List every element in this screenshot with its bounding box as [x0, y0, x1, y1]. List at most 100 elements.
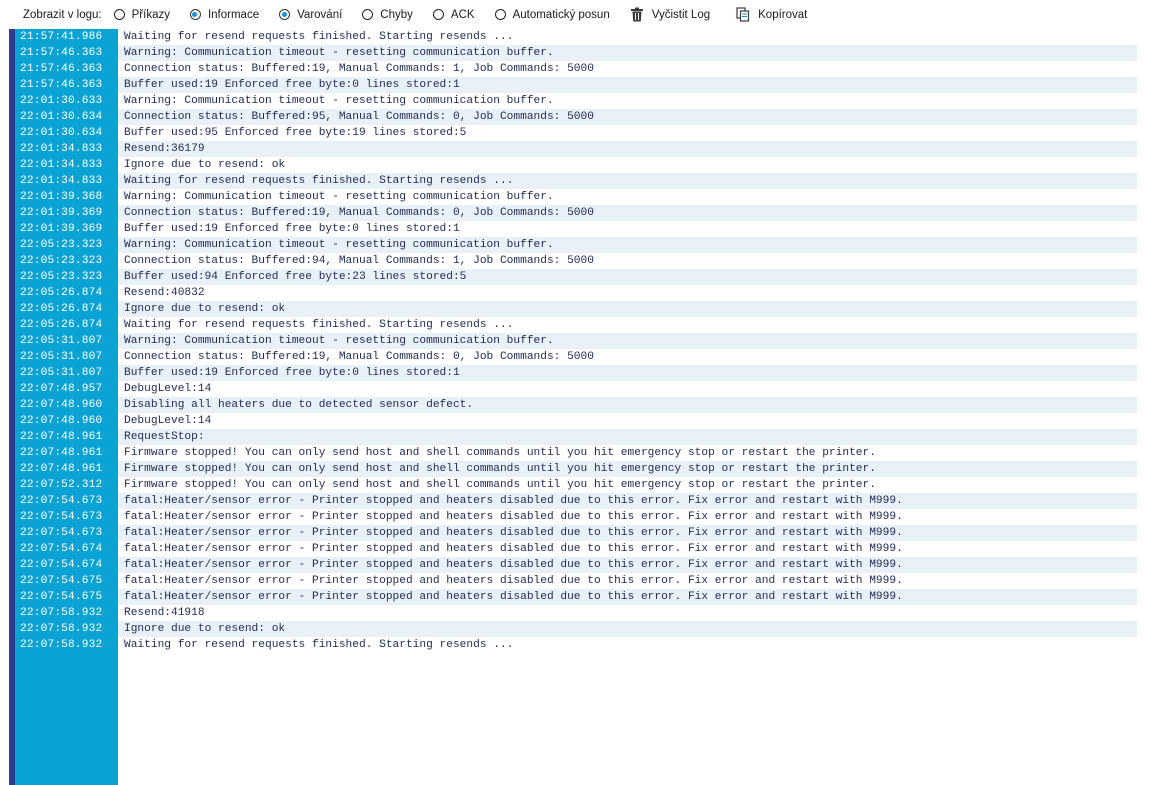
log-view[interactable]: 21:57:41.986 Waiting for resend requests …: [15, 29, 1146, 785]
log-message: Waiting for resend requests finished. St…: [118, 173, 1137, 189]
log-row[interactable]: 22:01:30.633 Warning: Communication timeo…: [15, 93, 1137, 109]
copy-label: Kopírovat: [758, 8, 808, 21]
log-row[interactable]: 22:07:58.932 Resend:41918: [15, 605, 1137, 621]
log-message: Buffer used:19 Enforced free byte:0 line…: [118, 365, 1137, 381]
log-row[interactable]: 22:07:54.675 fatal:Heater/sensor error - …: [15, 573, 1137, 589]
log-row[interactable]: 22:01:34.833 Waiting for resend requests …: [15, 173, 1137, 189]
log-message: Connection status: Buffered:19, Manual C…: [118, 205, 1137, 221]
log-row[interactable]: 22:05:31.807 Warning: Communication timeo…: [15, 333, 1137, 349]
log-row[interactable]: 22:05:23.323 Warning: Communication timeo…: [15, 237, 1137, 253]
log-row[interactable]: 22:07:52.312 Firmware stopped! You can on…: [15, 477, 1137, 493]
log-message: Firmware stopped! You can only send host…: [118, 461, 1137, 477]
log-timestamp: 22:01:34.833: [20, 159, 103, 171]
log-timestamp: 22:07:54.674: [20, 559, 103, 571]
log-row[interactable]: 22:07:58.932 Waiting for resend requests …: [15, 637, 1137, 653]
log-message: Warning: Communication timeout - resetti…: [124, 95, 554, 107]
filter-warnings-radio[interactable]: [279, 9, 291, 20]
log-timestamp: 22:07:54.675: [20, 575, 103, 587]
filter-commands-radio[interactable]: [113, 9, 125, 20]
log-row[interactable]: 22:01:34.833 Ignore due to resend: ok: [15, 157, 1137, 173]
log-row[interactable]: 22:07:48.960 DebugLevel:14: [15, 413, 1137, 429]
log-message: Firmware stopped! You can only send host…: [124, 447, 876, 459]
filter-errors[interactable]: Chyby: [362, 9, 413, 21]
log-row[interactable]: 22:07:54.673 fatal:Heater/sensor error - …: [15, 509, 1137, 525]
log-row[interactable]: 22:07:48.957 DebugLevel:14: [15, 381, 1137, 397]
filter-ack-radio[interactable]: [432, 9, 444, 20]
log-timestamp: 22:05:23.323: [20, 255, 103, 267]
log-row[interactable]: 21:57:46.363 Connection status: Buffered:…: [15, 61, 1137, 77]
log-row[interactable]: 22:01:34.833 Resend:36179: [15, 141, 1137, 157]
log-timestamp: 22:01:30.634: [20, 111, 103, 123]
log-timestamp: 22:01:39.369: [20, 207, 103, 219]
log-timestamp: 21:57:46.363: [20, 79, 103, 91]
log-row[interactable]: 22:07:54.674 fatal:Heater/sensor error - …: [15, 557, 1137, 573]
log-row[interactable]: 22:07:54.674 fatal:Heater/sensor error - …: [15, 541, 1137, 557]
log-message: fatal:Heater/sensor error - Printer stop…: [124, 511, 903, 523]
log-message: Warning: Communication timeout - resetti…: [118, 237, 1137, 253]
log-row[interactable]: 22:05:26.874 Resend:40832: [15, 285, 1137, 301]
log-row[interactable]: 22:07:48.961 Firmware stopped! You can on…: [15, 445, 1137, 461]
log-timestamp: 21:57:41.986: [20, 31, 103, 43]
log-row[interactable]: 22:05:23.323 Connection status: Buffered:…: [15, 253, 1137, 269]
log-timestamp: 22:07:54.675: [20, 591, 103, 603]
clear-log-button[interactable]: Vyčistit Log: [630, 7, 710, 22]
log-message: Resend:40832: [124, 287, 205, 299]
log-row[interactable]: 22:05:31.807 Connection status: Buffered:…: [15, 349, 1137, 365]
copy-button[interactable]: Kopírovat: [736, 7, 807, 22]
log-row[interactable]: 21:57:41.986 Waiting for resend requests …: [15, 29, 1137, 45]
filter-warnings-label: Varování: [297, 8, 343, 21]
filter-ack[interactable]: ACK: [432, 9, 475, 21]
log-row[interactable]: 22:05:26.874 Ignore due to resend: ok: [15, 301, 1137, 317]
log-row[interactable]: 22:01:39.369 Buffer used:19 Enforced free…: [15, 221, 1137, 237]
window-left-edge: [0, 0, 9, 785]
log-message: Resend:41918: [124, 607, 205, 619]
log-timestamp: 22:05:23.323: [20, 239, 103, 251]
filter-autoscroll[interactable]: Automatický posun: [494, 9, 610, 21]
log-row[interactable]: 22:07:54.675 fatal:Heater/sensor error - …: [15, 589, 1137, 605]
log-timestamp: 22:07:48.961: [20, 447, 103, 459]
log-timestamp: 22:05:23.323: [20, 271, 103, 283]
log-message: Buffer used:94 Enforced free byte:23 lin…: [118, 269, 1137, 285]
log-timestamp: 22:07:48.960: [20, 399, 103, 411]
log-timestamp: 22:01:34.833: [20, 143, 103, 155]
log-row[interactable]: 21:57:46.363 Buffer used:19 Enforced free…: [15, 77, 1137, 93]
log-message: Warning: Communication timeout - resetti…: [118, 333, 1137, 349]
log-row[interactable]: 22:01:30.634 Buffer used:95 Enforced free…: [15, 125, 1137, 141]
log-message: fatal:Heater/sensor error - Printer stop…: [118, 493, 1137, 509]
log-row[interactable]: 22:07:48.961 RequestStop:: [15, 429, 1137, 445]
filter-errors-radio[interactable]: [362, 9, 374, 20]
log-row[interactable]: 22:07:58.932 Ignore due to resend: ok: [15, 621, 1137, 637]
filter-errors-label: Chyby: [380, 8, 413, 21]
log-timestamp: 22:07:52.312: [20, 479, 103, 491]
filter-commands-label: Příkazy: [131, 8, 170, 21]
log-timestamp: 22:07:48.960: [20, 415, 103, 427]
log-row[interactable]: 22:01:39.369 Connection status: Buffered:…: [15, 205, 1137, 221]
log-message: Warning: Communication timeout - resetti…: [118, 45, 1137, 61]
log-row[interactable]: 22:05:26.874 Waiting for resend requests …: [15, 317, 1137, 333]
log-row[interactable]: 22:07:54.673 fatal:Heater/sensor error - …: [15, 525, 1137, 541]
filter-autoscroll-radio[interactable]: [494, 9, 506, 20]
log-row[interactable]: 21:57:46.363 Warning: Communication timeo…: [15, 45, 1137, 61]
log-timestamp: 22:01:30.634: [20, 127, 103, 139]
log-timestamp: 22:07:54.673: [20, 511, 103, 523]
log-message: Ignore due to resend: ok: [124, 159, 286, 171]
log-row[interactable]: 22:01:30.634 Connection status: Buffered:…: [15, 109, 1137, 125]
filter-commands[interactable]: Příkazy: [113, 8, 170, 21]
log-row[interactable]: 22:07:54.673 fatal:Heater/sensor error - …: [15, 493, 1137, 509]
log-row[interactable]: 22:07:48.960 Disabling all heaters due to…: [15, 397, 1137, 413]
show-in-log-label: Zobrazit v logu:: [23, 8, 102, 21]
log-timestamp: 22:01:34.833: [20, 175, 103, 187]
filter-warnings[interactable]: Varování: [279, 9, 342, 21]
log-message: Resend:36179: [118, 141, 1137, 157]
log-timestamp: 22:05:26.874: [20, 319, 103, 331]
log-row[interactable]: 22:05:31.807 Buffer used:19 Enforced free…: [15, 365, 1137, 381]
log-message: Waiting for resend requests finished. St…: [124, 31, 514, 43]
log-timestamp: 22:07:54.674: [20, 543, 103, 555]
filter-info[interactable]: Informace: [189, 9, 259, 21]
filter-info-radio[interactable]: [189, 9, 201, 20]
log-row[interactable]: 22:01:39.368 Warning: Communication timeo…: [15, 189, 1137, 205]
log-message: Connection status: Buffered:95, Manual C…: [118, 109, 1137, 125]
log-row[interactable]: 22:05:23.323 Buffer used:94 Enforced free…: [15, 269, 1137, 285]
copy-icon: [736, 7, 750, 22]
log-row[interactable]: 22:07:48.961 Firmware stopped! You can on…: [15, 461, 1137, 477]
